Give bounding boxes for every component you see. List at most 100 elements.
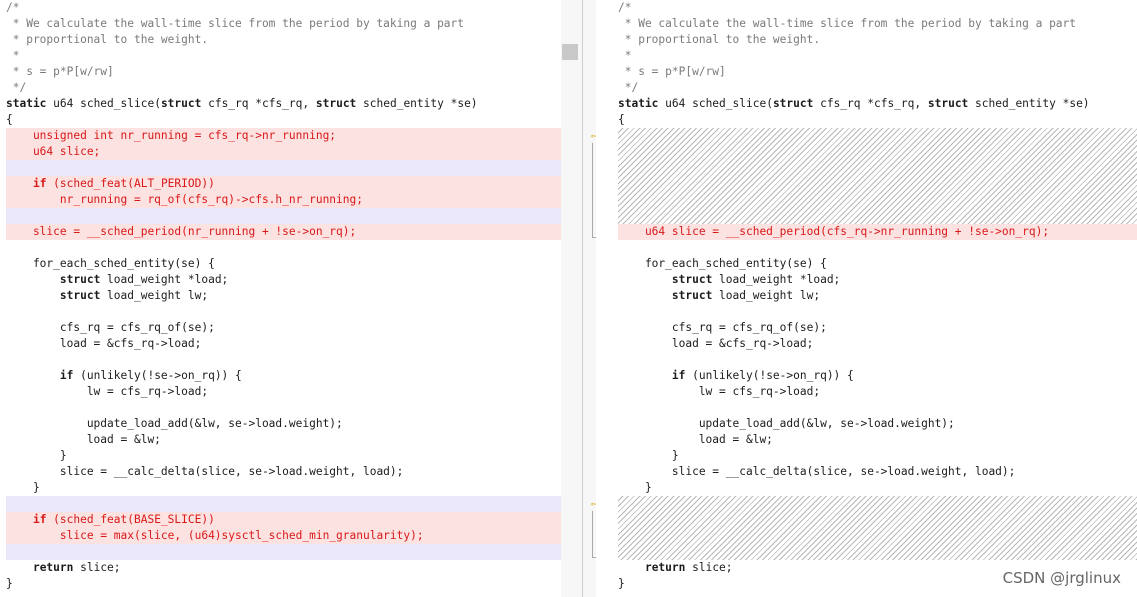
changed-code-line[interactable]: u64 slice = __sched_period(cfs_rq->nr_ru… — [618, 224, 1137, 240]
code-text: if (unlikely(!se->on_rq)) { — [59, 369, 242, 382]
watermark: CSDN @jrglinux — [1000, 569, 1123, 587]
code-text: slice = max(slice, (u64)sysctl_sched_min… — [6, 529, 424, 542]
removed-code-line[interactable]: if (sched_feat(BASE_SLICE)) — [6, 512, 561, 528]
code-line[interactable]: /* — [6, 0, 561, 16]
code-line[interactable]: * proportional to the weight. — [6, 32, 561, 48]
code-text: if (unlikely(!se->on_rq)) { — [671, 369, 854, 382]
code-line[interactable]: if (unlikely(!se->on_rq)) { — [618, 368, 1137, 384]
diff-gutter: ⇦ ⇦ — [561, 0, 597, 597]
comment-text: /* — [6, 1, 20, 14]
code-line[interactable]: * — [6, 48, 561, 64]
code-line[interactable]: cfs_rq = cfs_rq_of(se); — [6, 320, 561, 336]
diff-gap-line[interactable] — [6, 496, 561, 512]
code-line[interactable]: { — [6, 112, 561, 128]
code-line[interactable]: load = &cfs_rq->load; — [618, 336, 1137, 352]
code-line[interactable]: * We calculate the wall-time slice from … — [618, 16, 1137, 32]
code-text: u64 slice = __sched_period(cfs_rq->nr_ru… — [618, 225, 1050, 238]
right-diff-pane[interactable]: /* * We calculate the wall-time slice fr… — [596, 0, 1137, 597]
comment-text: /* — [618, 1, 632, 14]
code-text: cfs_rq = cfs_rq_of(se); — [618, 321, 827, 334]
code-text: { — [618, 113, 625, 126]
code-line[interactable]: if (unlikely(!se->on_rq)) { — [6, 368, 561, 384]
removed-code-line[interactable]: u64 slice; — [6, 144, 561, 160]
code-line[interactable]: lw = cfs_rq->load; — [618, 384, 1137, 400]
code-text: } — [6, 577, 13, 590]
code-line[interactable]: } — [6, 448, 561, 464]
code-line[interactable]: * — [618, 48, 1137, 64]
comment-text: * s = p*P[w/rw] — [6, 65, 114, 78]
code-line[interactable]: lw = cfs_rq->load; — [6, 384, 561, 400]
code-line[interactable]: } — [6, 576, 561, 592]
code-text: load = &lw; — [6, 433, 161, 446]
code-text: lw = cfs_rq->load; — [6, 385, 209, 398]
code-line[interactable]: { — [618, 112, 1137, 128]
code-line[interactable]: update_load_add(&lw, se->load.weight); — [6, 416, 561, 432]
code-line[interactable]: struct load_weight *load; — [6, 272, 561, 288]
code-line[interactable]: * s = p*P[w/rw] — [6, 64, 561, 80]
code-line[interactable]: * We calculate the wall-time slice from … — [6, 16, 561, 32]
code-line[interactable]: * s = p*P[w/rw] — [618, 64, 1137, 80]
removed-code-line[interactable]: nr_running = rq_of(cfs_rq)->cfs.h_nr_run… — [6, 192, 561, 208]
code-text: } — [618, 481, 652, 494]
code-line[interactable]: static u64 sched_slice(struct cfs_rq *cf… — [618, 96, 1137, 112]
code-text: if (sched_feat(BASE_SLICE)) — [32, 513, 215, 526]
code-text: static u64 sched_slice(struct cfs_rq *cf… — [618, 97, 1090, 110]
code-text: load = &cfs_rq->load; — [618, 337, 814, 350]
code-line[interactable]: * proportional to the weight. — [618, 32, 1137, 48]
code-text: slice = __calc_delta(slice, se->load.wei… — [6, 465, 404, 478]
code-line[interactable]: load = &lw; — [618, 432, 1137, 448]
removed-code-line[interactable]: if (sched_feat(ALT_PERIOD)) — [6, 176, 561, 192]
code-line[interactable]: slice = __calc_delta(slice, se->load.wei… — [6, 464, 561, 480]
code-line[interactable]: struct load_weight *load; — [618, 272, 1137, 288]
diff-gap-line[interactable] — [6, 544, 561, 560]
code-line[interactable]: struct load_weight lw; — [618, 288, 1137, 304]
comment-text: */ — [618, 81, 639, 94]
code-text: slice = __calc_delta(slice, se->load.wei… — [618, 465, 1016, 478]
code-line[interactable]: for_each_sched_entity(se) { — [6, 256, 561, 272]
code-text: if (sched_feat(ALT_PERIOD)) — [32, 177, 215, 190]
code-line[interactable]: load = &lw; — [6, 432, 561, 448]
removed-code-line[interactable]: unsigned int nr_running = cfs_rq->nr_run… — [6, 128, 561, 144]
diff-placeholder-hatch — [618, 496, 1137, 560]
code-text: { — [6, 113, 13, 126]
comment-text: */ — [6, 81, 27, 94]
code-line[interactable]: } — [618, 480, 1137, 496]
code-line[interactable] — [6, 240, 561, 256]
code-text: for_each_sched_entity(se) { — [6, 257, 215, 270]
diff-gap-line[interactable] — [6, 160, 561, 176]
code-text: } — [6, 449, 67, 462]
scrollbar-thumb[interactable] — [562, 44, 578, 60]
code-text: nr_running = rq_of(cfs_rq)->cfs.h_nr_run… — [6, 193, 363, 206]
code-line[interactable]: struct load_weight lw; — [6, 288, 561, 304]
code-text: } — [618, 577, 625, 590]
diff-placeholder-hatch — [618, 128, 1137, 224]
code-line[interactable]: for_each_sched_entity(se) { — [618, 256, 1137, 272]
code-line[interactable]: /* — [618, 0, 1137, 16]
code-line[interactable]: } — [6, 480, 561, 496]
left-diff-pane[interactable]: /* * We calculate the wall-time slice fr… — [0, 0, 561, 597]
comment-text: * We calculate the wall-time slice from … — [6, 17, 465, 30]
code-line[interactable]: cfs_rq = cfs_rq_of(se); — [618, 320, 1137, 336]
code-line[interactable]: return slice; — [6, 560, 561, 576]
code-text: struct load_weight *load; — [59, 273, 229, 286]
code-line[interactable]: */ — [6, 80, 561, 96]
removed-code-line[interactable]: slice = __sched_period(nr_running + !se-… — [6, 224, 561, 240]
code-line[interactable] — [6, 352, 561, 368]
code-line[interactable]: update_load_add(&lw, se->load.weight); — [618, 416, 1137, 432]
code-text: struct load_weight *load; — [671, 273, 841, 286]
code-line[interactable]: */ — [618, 80, 1137, 96]
code-line[interactable]: } — [618, 448, 1137, 464]
code-line[interactable]: slice = __calc_delta(slice, se->load.wei… — [618, 464, 1137, 480]
code-text: return slice; — [644, 561, 733, 574]
code-line[interactable]: load = &cfs_rq->load; — [6, 336, 561, 352]
code-line[interactable]: static u64 sched_slice(struct cfs_rq *cf… — [6, 96, 561, 112]
code-text: cfs_rq = cfs_rq_of(se); — [6, 321, 215, 334]
code-text: return slice; — [32, 561, 121, 574]
code-line[interactable] — [6, 400, 561, 416]
code-line[interactable] — [6, 304, 561, 320]
removed-code-line[interactable]: slice = max(slice, (u64)sysctl_sched_min… — [6, 528, 561, 544]
comment-text: * — [6, 49, 20, 62]
comment-text: * — [618, 49, 632, 62]
diff-gap-line[interactable] — [6, 208, 561, 224]
code-text: load = &cfs_rq->load; — [6, 337, 202, 350]
